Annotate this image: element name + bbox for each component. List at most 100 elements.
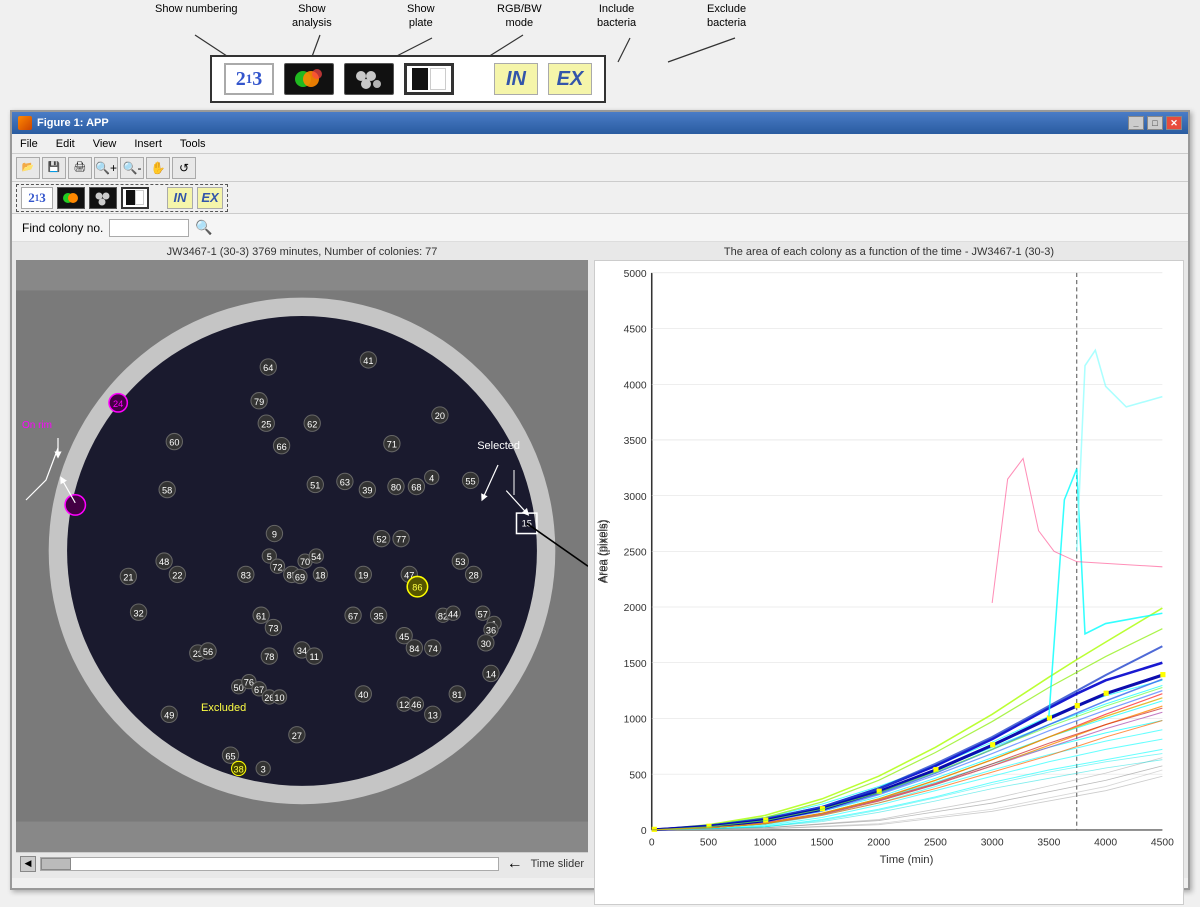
- title-bar: Figure 1: APP _ □ ✕: [12, 112, 1188, 134]
- bottom-scroll: ◀ ← Time slider: [16, 852, 588, 874]
- search-icon[interactable]: 🔍: [195, 219, 212, 236]
- include-bacteria-btn-large[interactable]: IN: [494, 63, 538, 95]
- pan-btn[interactable]: ✋: [146, 157, 170, 179]
- plate-svg[interactable]: 64 41 79 24 20 25 62: [16, 260, 588, 852]
- svg-text:3500: 3500: [1037, 837, 1060, 848]
- open-btn[interactable]: 📂: [16, 157, 40, 179]
- svg-text:3: 3: [261, 765, 266, 775]
- svg-text:14: 14: [486, 670, 496, 680]
- close-btn[interactable]: ✕: [1166, 116, 1182, 130]
- scroll-left-btn[interactable]: ◀: [20, 856, 36, 872]
- svg-text:65: 65: [225, 751, 235, 761]
- svg-text:64: 64: [263, 363, 273, 373]
- toolbar2: 2 1 3: [12, 182, 1188, 214]
- svg-text:30: 30: [481, 639, 491, 649]
- svg-text:0: 0: [641, 826, 647, 837]
- svg-text:20: 20: [435, 411, 445, 421]
- scroll-right-arrow[interactable]: ←: [507, 855, 523, 873]
- selected-label: Selected: [477, 440, 520, 452]
- svg-text:Area (pixels): Area (pixels): [598, 519, 610, 583]
- svg-text:67: 67: [348, 611, 358, 621]
- menu-insert[interactable]: Insert: [130, 138, 166, 150]
- menu-tools[interactable]: Tools: [176, 138, 210, 150]
- graph-svg: 0 500 1000 1500 2000 2500 3000 3500 4000…: [595, 261, 1183, 904]
- menu-bar: File Edit View Insert Tools: [12, 134, 1188, 154]
- svg-text:69: 69: [295, 573, 305, 583]
- svg-text:70: 70: [300, 557, 310, 567]
- include-bacteria-btn[interactable]: IN: [167, 187, 193, 209]
- zoom-in-btn[interactable]: 🔍+: [94, 157, 118, 179]
- show-numbering-btn-large[interactable]: 2 1 3: [224, 63, 274, 95]
- svg-text:2000: 2000: [624, 603, 647, 614]
- annotations-area: Show numbering Showanalysis Showplate RG…: [0, 0, 800, 110]
- svg-text:79: 79: [254, 397, 264, 407]
- svg-text:25: 25: [261, 419, 271, 429]
- svg-text:12: 12: [399, 700, 409, 710]
- svg-text:38: 38: [234, 765, 244, 775]
- svg-text:13: 13: [428, 710, 438, 720]
- menu-edit[interactable]: Edit: [52, 138, 79, 150]
- toolbar2-dashed-group: 2 1 3: [16, 184, 228, 212]
- svg-text:58: 58: [162, 486, 172, 496]
- show-plate-btn[interactable]: [89, 187, 117, 209]
- svg-text:9: 9: [272, 530, 277, 540]
- print-btn[interactable]: 🖨: [68, 157, 92, 179]
- content-area: JW3467-1 (30-3) 3769 minutes, Number of …: [12, 242, 1188, 878]
- toolbar1: 📂 💾 🖨 🔍+ 🔍- ✋ ↺: [12, 154, 1188, 182]
- show-analysis-btn-large[interactable]: [284, 63, 334, 95]
- svg-text:4: 4: [429, 473, 434, 483]
- show-plate-btn-large[interactable]: [344, 63, 394, 95]
- rotate-btn[interactable]: ↺: [172, 157, 196, 179]
- svg-text:83: 83: [241, 570, 251, 580]
- time-slider-label: Time slider: [531, 858, 584, 870]
- exclude-bacteria-btn-large[interactable]: EX: [548, 63, 592, 95]
- svg-text:5000: 5000: [624, 269, 647, 280]
- svg-text:1500: 1500: [624, 659, 647, 670]
- svg-text:5: 5: [267, 552, 272, 562]
- save-btn[interactable]: 💾: [42, 157, 66, 179]
- graph-container[interactable]: 0 500 1000 1500 2000 2500 3000 3500 4000…: [594, 260, 1184, 905]
- exclude-bacteria-btn[interactable]: EX: [197, 187, 223, 209]
- zoom-out-btn[interactable]: 🔍-: [120, 157, 144, 179]
- annotation-show-plate: Showplate: [407, 2, 435, 31]
- find-colony-input[interactable]: [109, 219, 189, 237]
- svg-text:80: 80: [391, 483, 401, 493]
- svg-text:41: 41: [363, 356, 373, 366]
- window-title: Figure 1: APP: [37, 117, 109, 129]
- svg-text:68: 68: [411, 483, 421, 493]
- scroll-track[interactable]: [40, 857, 499, 871]
- menu-view[interactable]: View: [89, 138, 121, 150]
- rgb-bw-btn-large[interactable]: [404, 63, 454, 95]
- svg-text:48: 48: [159, 557, 169, 567]
- svg-text:11: 11: [309, 652, 319, 662]
- svg-text:4000: 4000: [1094, 837, 1117, 848]
- svg-text:73: 73: [268, 624, 278, 634]
- excluded-label: Excluded: [201, 702, 246, 714]
- svg-text:72: 72: [272, 562, 282, 572]
- show-numbering-btn[interactable]: 2 1 3: [21, 187, 53, 209]
- scroll-thumb[interactable]: [41, 858, 71, 870]
- find-colony-row: Find colony no. 🔍: [12, 214, 1188, 242]
- svg-text:36: 36: [486, 626, 496, 636]
- toolbar-callout-box: 2 1 3 IN: [210, 55, 606, 103]
- annotation-rgb-bw: RGB/BWmode: [497, 2, 542, 31]
- svg-text:Time (min): Time (min): [880, 854, 934, 866]
- svg-text:21: 21: [123, 573, 133, 583]
- app-icon: [18, 116, 32, 130]
- svg-text:1000: 1000: [754, 837, 777, 848]
- svg-text:4500: 4500: [1151, 837, 1174, 848]
- show-analysis-btn[interactable]: [57, 187, 85, 209]
- plate-title: JW3467-1 (30-3) 3769 minutes, Number of …: [16, 246, 588, 258]
- left-panel: JW3467-1 (30-3) 3769 minutes, Number of …: [12, 242, 592, 878]
- svg-text:3500: 3500: [624, 436, 647, 447]
- svg-text:4500: 4500: [624, 325, 647, 336]
- minimize-btn[interactable]: _: [1128, 116, 1144, 130]
- svg-text:46: 46: [411, 700, 421, 710]
- svg-text:2500: 2500: [924, 837, 947, 848]
- menu-file[interactable]: File: [16, 138, 42, 150]
- annotation-include-bacteria: Includebacteria: [597, 2, 636, 31]
- rgb-bw-btn[interactable]: [121, 187, 149, 209]
- maximize-btn[interactable]: □: [1147, 116, 1163, 130]
- svg-text:61: 61: [256, 611, 266, 621]
- svg-text:77: 77: [396, 535, 406, 545]
